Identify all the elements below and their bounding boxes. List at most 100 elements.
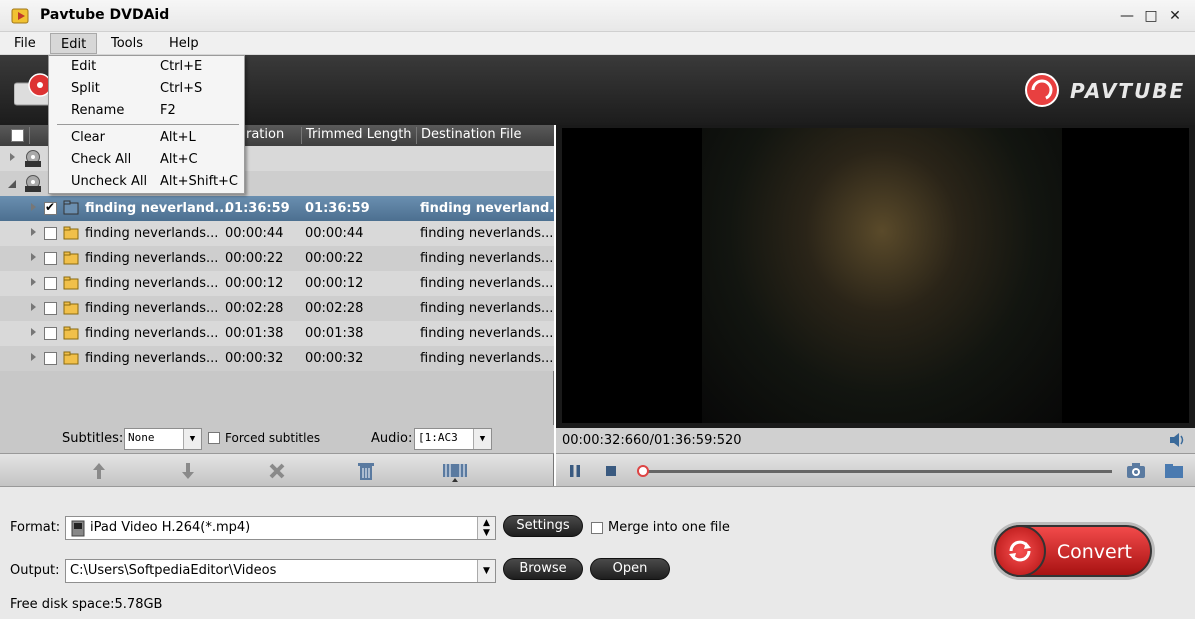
pause-icon[interactable]	[568, 464, 582, 478]
minimize-button[interactable]: —	[1116, 6, 1138, 26]
menu-edit[interactable]: Edit	[50, 33, 98, 54]
shortcut-edit: Ctrl+E	[160, 59, 203, 74]
audio-label: Audio:	[371, 431, 413, 446]
open-folder-icon[interactable]	[1164, 462, 1184, 479]
row-destination: finding neverlands...	[420, 326, 554, 341]
expand-icon[interactable]	[31, 278, 36, 286]
merge-chapters-icon[interactable]	[442, 460, 468, 482]
row-checkbox[interactable]	[44, 227, 57, 240]
row-title: finding neverlands...	[85, 351, 219, 366]
convert-button[interactable]: Convert	[994, 525, 1152, 577]
row-checkbox[interactable]	[44, 352, 57, 365]
expand-icon[interactable]	[31, 203, 36, 211]
table-row[interactable]: finding neverlands... 00:01:38 00:01:38 …	[0, 321, 554, 346]
row-title: finding neverlands...	[85, 251, 219, 266]
expand-icon[interactable]	[10, 153, 15, 161]
format-select[interactable]: iPad Video H.264(*.mp4) ▲ ▼	[65, 516, 496, 540]
row-destination: finding neverland...	[420, 201, 565, 216]
menu-tools[interactable]: Tools	[101, 33, 153, 54]
menu-item-split[interactable]: Split	[71, 81, 100, 96]
expand-icon[interactable]	[31, 228, 36, 236]
open-button[interactable]: Open	[590, 558, 670, 580]
refresh-arrows-icon	[1009, 540, 1031, 562]
expand-icon[interactable]	[31, 303, 36, 311]
audio-select[interactable]: [1:AC3 ▼	[414, 428, 492, 450]
seek-handle[interactable]	[636, 465, 649, 477]
row-checkbox[interactable]	[44, 277, 57, 290]
collapse-icon[interactable]	[8, 180, 16, 188]
row-destination: finding neverlands...	[420, 351, 554, 366]
row-checkbox[interactable]	[44, 302, 57, 315]
menu-item-uncheck-all[interactable]: Uncheck All	[71, 174, 147, 189]
table-row[interactable]: finding neverlands... 00:00:12 00:00:12 …	[0, 271, 554, 296]
row-duration: 00:00:22	[225, 251, 284, 266]
menu-item-edit[interactable]: Edit	[71, 59, 96, 74]
maximize-button[interactable]: □	[1140, 6, 1162, 26]
table-row[interactable]: finding neverland... 01:36:59 01:36:59 f…	[0, 196, 564, 221]
row-title: finding neverlands...	[85, 301, 219, 316]
video-file-icon	[63, 200, 79, 215]
trash-icon[interactable]	[355, 460, 377, 482]
expand-icon[interactable]	[31, 328, 36, 336]
menu-help[interactable]: Help	[159, 33, 209, 54]
output-path-input[interactable]: C:\Users\SoftpediaEditor\Videos ▼	[65, 559, 496, 583]
chevron-down-icon[interactable]: ▼	[473, 429, 491, 449]
folder-icon	[63, 351, 79, 365]
row-destination: finding neverlands...	[420, 251, 554, 266]
expand-icon[interactable]	[31, 253, 36, 261]
time-bar: 00:00:32:660/01:36:59:520	[556, 428, 1195, 453]
stop-icon[interactable]	[604, 464, 618, 478]
subtitles-select[interactable]: None ▼	[124, 428, 202, 450]
row-duration: 00:00:44	[225, 226, 284, 241]
dvd-icon	[25, 150, 41, 167]
settings-button[interactable]: Settings	[503, 515, 583, 537]
playback-time: 00:00:32:660/01:36:59:520	[562, 433, 742, 448]
row-checkbox[interactable]	[44, 200, 57, 215]
snapshot-camera-icon[interactable]	[1126, 462, 1146, 479]
chevron-down-icon[interactable]: ▼	[477, 560, 495, 582]
menu-file[interactable]: File	[4, 33, 46, 54]
folder-icon	[63, 226, 79, 240]
row-title: finding neverlands...	[85, 226, 219, 241]
output-settings-panel: Format: iPad Video H.264(*.mp4) ▲ ▼ Setti…	[0, 486, 1195, 619]
row-title: finding neverlands...	[85, 326, 219, 341]
table-row[interactable]: finding neverlands... 00:00:22 00:00:22 …	[0, 246, 554, 271]
menu-item-rename[interactable]: Rename	[71, 103, 124, 118]
column-trimmed-length[interactable]: Trimmed Length	[306, 127, 412, 142]
table-row[interactable]: finding neverlands... 00:02:28 00:02:28 …	[0, 296, 554, 321]
mp4-file-icon	[71, 520, 85, 537]
seek-bar[interactable]	[640, 470, 1112, 473]
expand-icon[interactable]	[31, 353, 36, 361]
folder-icon	[63, 326, 79, 340]
shortcut-clear: Alt+L	[160, 130, 196, 145]
app-logo-icon	[11, 8, 29, 24]
move-down-icon[interactable]	[177, 460, 199, 482]
row-checkbox[interactable]	[44, 327, 57, 340]
column-duration[interactable]: ration	[246, 127, 284, 142]
menu-item-check-all[interactable]: Check All	[71, 152, 131, 167]
subtitle-audio-bar: Subtitles: None ▼ Forced subtitles Audio…	[0, 425, 554, 453]
merge-label: Merge into one file	[608, 520, 730, 535]
merge-checkbox[interactable]	[591, 522, 603, 534]
select-all-checkbox[interactable]	[11, 129, 24, 142]
row-duration: 00:00:32	[225, 351, 284, 366]
table-row[interactable]: finding neverlands... 00:00:32 00:00:32 …	[0, 346, 554, 371]
table-row[interactable]: finding neverlands... 00:00:44 00:00:44 …	[0, 221, 554, 246]
convert-label: Convert	[1056, 541, 1132, 563]
spinner-updown-icon[interactable]: ▲ ▼	[477, 517, 495, 539]
row-checkbox[interactable]	[44, 252, 57, 265]
browse-button[interactable]: Browse	[503, 558, 583, 580]
close-button[interactable]: ✕	[1164, 6, 1186, 26]
row-title: finding neverland...	[85, 201, 230, 216]
menu-item-clear[interactable]: Clear	[71, 130, 105, 145]
remove-icon[interactable]	[266, 460, 288, 482]
forced-subtitles-checkbox[interactable]	[208, 432, 220, 444]
menu-bar: File Edit Tools Help	[0, 32, 1195, 55]
column-destination[interactable]: Destination File	[421, 127, 521, 142]
volume-icon[interactable]	[1168, 432, 1188, 448]
move-up-icon[interactable]	[88, 460, 110, 482]
chevron-down-icon[interactable]: ▼	[183, 429, 201, 449]
window-title: Pavtube DVDAid	[40, 7, 170, 23]
brand-name: PAVTUBE	[1070, 79, 1186, 103]
row-title: finding neverlands...	[85, 276, 219, 291]
